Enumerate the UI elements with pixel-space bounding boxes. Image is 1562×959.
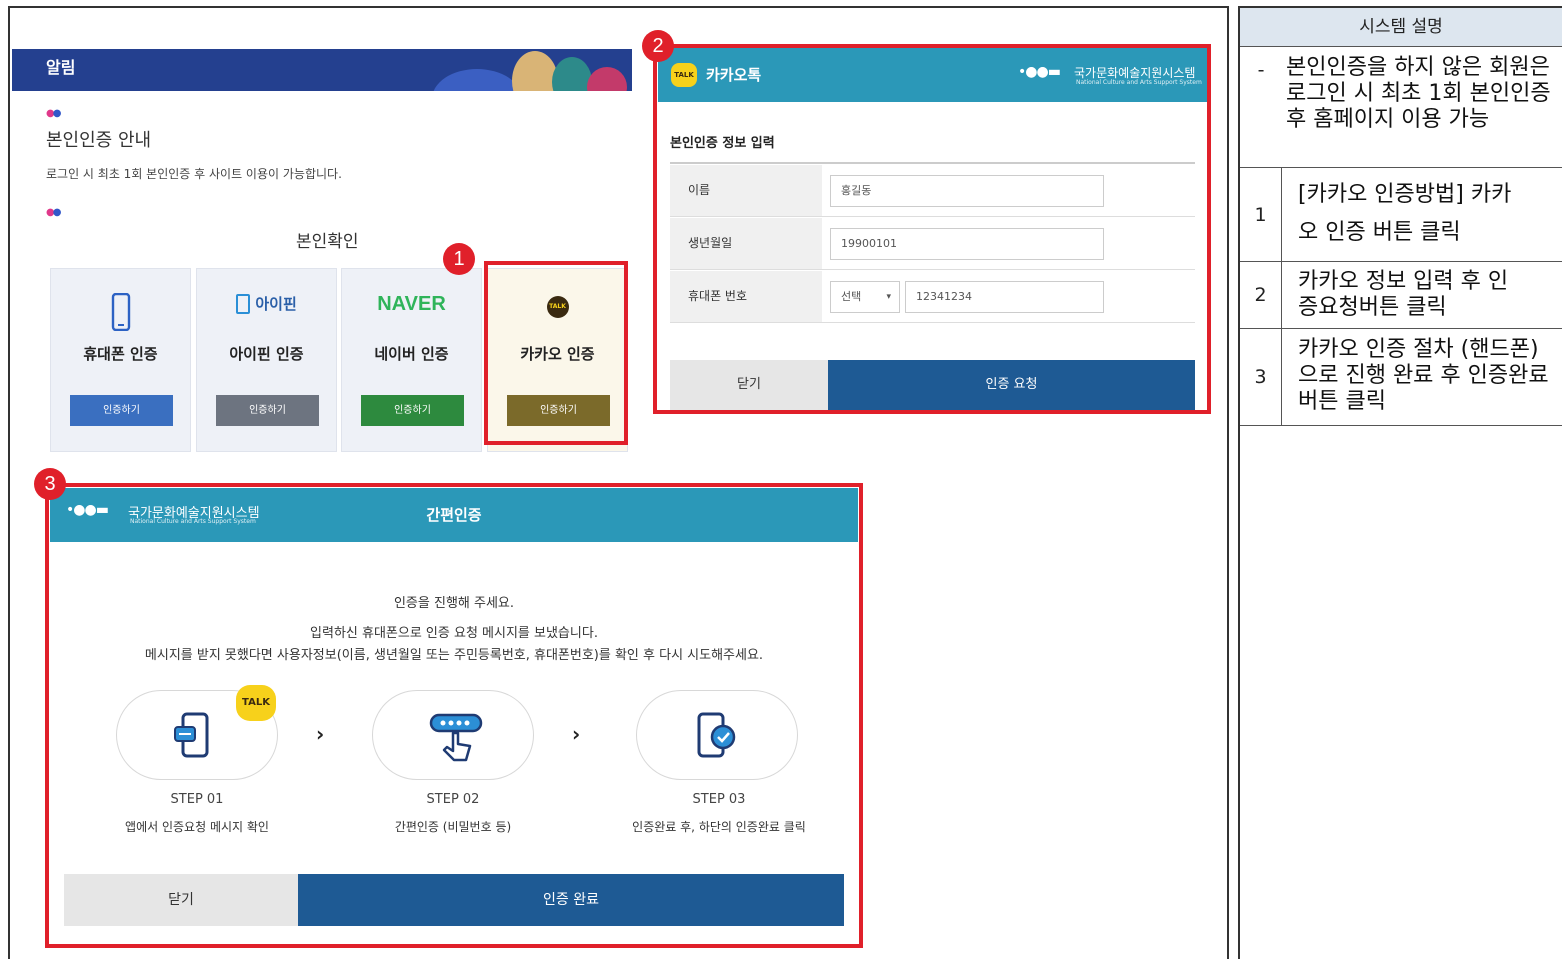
- row-number: 3: [1240, 329, 1282, 425]
- highlight-box-3: [45, 483, 863, 948]
- verify-title: 본인확인: [296, 232, 359, 252]
- dots-icon: ●●: [46, 207, 61, 218]
- row-text: [카카오 인증방법] 카카오 인증 버튼 클릭: [1298, 182, 1512, 245]
- table-row: 1 [카카오 인증방법] 카카오 인증 버튼 클릭: [1240, 168, 1562, 262]
- phone-auth-button[interactable]: 인증하기: [70, 395, 173, 426]
- auth-label-naver: 네이버 인증: [374, 345, 449, 363]
- notice-header: 알림: [12, 49, 632, 91]
- auth-label-ipin: 아이핀 인증: [229, 345, 304, 363]
- step-badge-1: 1: [443, 243, 475, 275]
- auth-card-phone[interactable]: 휴대폰 인증 인증하기: [50, 268, 191, 452]
- table-row: 3 카카오 인증 절차 (핸드폰)으로 진행 완료 후 인증완료 버튼 클릭: [1240, 329, 1562, 426]
- ipin-logo-icon: 아이핀: [197, 293, 336, 314]
- row-number: 1: [1240, 168, 1282, 261]
- row-text: 본인인증을 하지 않은 회원은 로그인 시 최초 1회 본인인증 후 홈페이지 …: [1286, 55, 1551, 132]
- guide-title: 본인인증 안내: [46, 130, 152, 151]
- table-header: 시스템 설명: [1240, 8, 1562, 47]
- highlight-box-1: [484, 261, 628, 445]
- naver-auth-button[interactable]: 인증하기: [361, 395, 464, 426]
- row-text: 카카오 정보 입력 후 인증요청버튼 클릭: [1298, 269, 1509, 320]
- naver-logo-icon: NAVER: [377, 293, 446, 315]
- system-description-table: 시스템 설명 - 본인인증을 하지 않은 회원은 로그인 시 최초 1회 본인인…: [1240, 8, 1562, 426]
- table-row: - 본인인증을 하지 않은 회원은 로그인 시 최초 1회 본인인증 후 홈페이…: [1240, 47, 1562, 168]
- guide-text: 로그인 시 최초 1회 본인인증 후 사이트 이용이 가능합니다.: [46, 167, 342, 181]
- row-text: 카카오 인증 절차 (핸드폰)으로 진행 완료 후 인증완료 버튼 클릭: [1298, 337, 1549, 414]
- mobile-phone-icon: [51, 292, 190, 335]
- auth-card-ipin[interactable]: 아이핀 아이핀 인증 인증하기: [196, 268, 337, 452]
- dots-icon: ●●: [46, 108, 61, 119]
- row-number: -: [1257, 59, 1265, 81]
- auth-label-phone: 휴대폰 인증: [83, 345, 158, 363]
- step-badge-2: 2: [642, 30, 674, 62]
- notice-header-title: 알림: [46, 58, 76, 77]
- row-number: 2: [1240, 262, 1282, 328]
- highlight-box-2: [653, 44, 1211, 414]
- auth-card-naver[interactable]: NAVER 네이버 인증 인증하기: [341, 268, 482, 452]
- step-badge-3: 3: [34, 468, 66, 500]
- ipin-auth-button[interactable]: 인증하기: [216, 395, 319, 426]
- table-row: 2 카카오 정보 입력 후 인증요청버튼 클릭: [1240, 262, 1562, 329]
